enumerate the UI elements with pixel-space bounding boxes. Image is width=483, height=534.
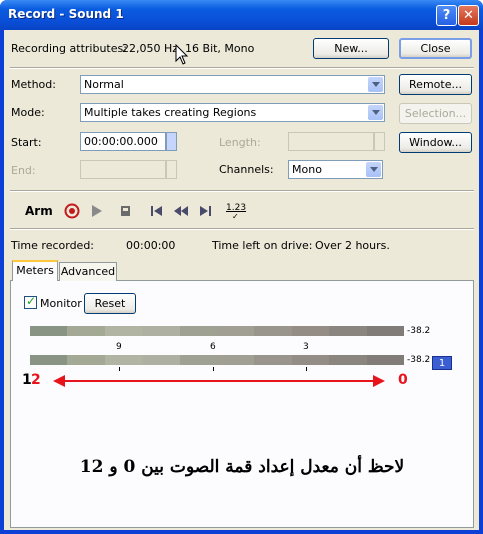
level-value-top: -38.2 (407, 326, 431, 336)
separator (10, 67, 474, 69)
tick-mark (213, 367, 214, 371)
end-label: End: (11, 164, 36, 177)
tab-advanced[interactable]: Advanced (59, 262, 117, 281)
end-input[interactable] (80, 160, 166, 179)
time-recorded-value: 00:00:00 (126, 239, 176, 252)
new-button[interactable]: New... (313, 38, 389, 59)
level-meter-top (30, 326, 405, 336)
title-bar[interactable]: Record - Sound 1 ? ✕ (0, 0, 483, 30)
time-recorded-label: Time recorded: (11, 239, 95, 252)
start-spinner[interactable] (166, 132, 177, 151)
start-label: Start: (11, 136, 42, 149)
tick-mark (119, 367, 120, 371)
channels-label: Channels: (219, 163, 274, 176)
stop-icon[interactable] (118, 203, 134, 219)
channels-value: Mono (292, 163, 322, 176)
tick-label: 3 (303, 342, 309, 352)
tick-label: 9 (116, 342, 122, 352)
record-dialog: Record - Sound 1 ? ✕ Recording attribute… (0, 0, 483, 534)
mouse-cursor-icon (175, 44, 189, 65)
method-select[interactable]: Normal (80, 75, 385, 94)
chevron-down-icon[interactable] (368, 105, 383, 120)
double-arrow-icon (53, 375, 385, 387)
method-label: Method: (11, 78, 56, 91)
help-button[interactable]: ? (436, 5, 457, 26)
chevron-down-icon[interactable] (368, 77, 383, 92)
separator (10, 228, 474, 230)
time-left-label: Time left on drive: (212, 239, 313, 252)
record-icon[interactable] (64, 203, 80, 219)
window-button[interactable]: Window... (399, 132, 472, 153)
method-value: Normal (84, 78, 124, 91)
monitor-label[interactable]: Monitor (40, 297, 82, 310)
tick-label: 6 (210, 342, 216, 352)
length-input[interactable] (288, 132, 374, 151)
level-value-bottom: -38.2 (407, 355, 431, 365)
window-title: Record - Sound 1 (8, 7, 124, 21)
go-to-start-icon[interactable] (149, 203, 165, 219)
start-input[interactable]: 00:00:00.000 (80, 132, 166, 151)
level-meter-bottom (30, 355, 405, 365)
tab-meters[interactable]: Meters (12, 260, 58, 281)
go-to-end-icon[interactable] (197, 203, 213, 219)
annotation-number-0: 0 (398, 372, 408, 388)
mode-select[interactable]: Multiple takes creating Regions (80, 103, 385, 122)
reset-button[interactable]: Reset (84, 293, 136, 314)
remote-button[interactable]: Remote... (399, 74, 472, 95)
annotation-number-2: 2 (31, 372, 41, 388)
arabic-note: لاحظ أن معدل إعداد قمة الصوت بين 0 و 12 (79, 457, 405, 477)
channel-badge[interactable]: 1 (432, 356, 452, 370)
time-left-value: Over 2 hours. (315, 239, 390, 252)
chevron-down-icon[interactable] (366, 162, 381, 177)
length-spinner[interactable] (374, 132, 385, 151)
separator (10, 190, 474, 192)
length-label: Length: (219, 136, 261, 149)
start-value: 00:00:00.000 (84, 135, 158, 148)
tab-panel-meters (10, 280, 474, 528)
selection-button[interactable]: Selection... (399, 103, 472, 124)
counter-icon[interactable]: 1.23 ✓ (226, 203, 248, 221)
check-icon: ✓ (26, 294, 37, 308)
window-close-button[interactable]: ✕ (458, 5, 479, 26)
rewind-icon[interactable] (172, 203, 190, 219)
tick-mark (306, 367, 307, 371)
monitor-checkbox[interactable]: ✓ (24, 294, 37, 309)
end-spinner[interactable] (166, 160, 177, 179)
mode-label: Mode: (11, 106, 45, 119)
close-button[interactable]: Close (399, 38, 472, 59)
channels-select[interactable]: Mono (288, 160, 383, 179)
arm-label[interactable]: Arm (25, 204, 53, 218)
recording-attributes-label: Recording attributes: (11, 42, 127, 55)
mode-value: Multiple takes creating Regions (84, 106, 257, 119)
dialog-body: Recording attributes: 22,050 Hz, 16 Bit,… (4, 30, 479, 530)
play-icon[interactable] (89, 203, 105, 219)
